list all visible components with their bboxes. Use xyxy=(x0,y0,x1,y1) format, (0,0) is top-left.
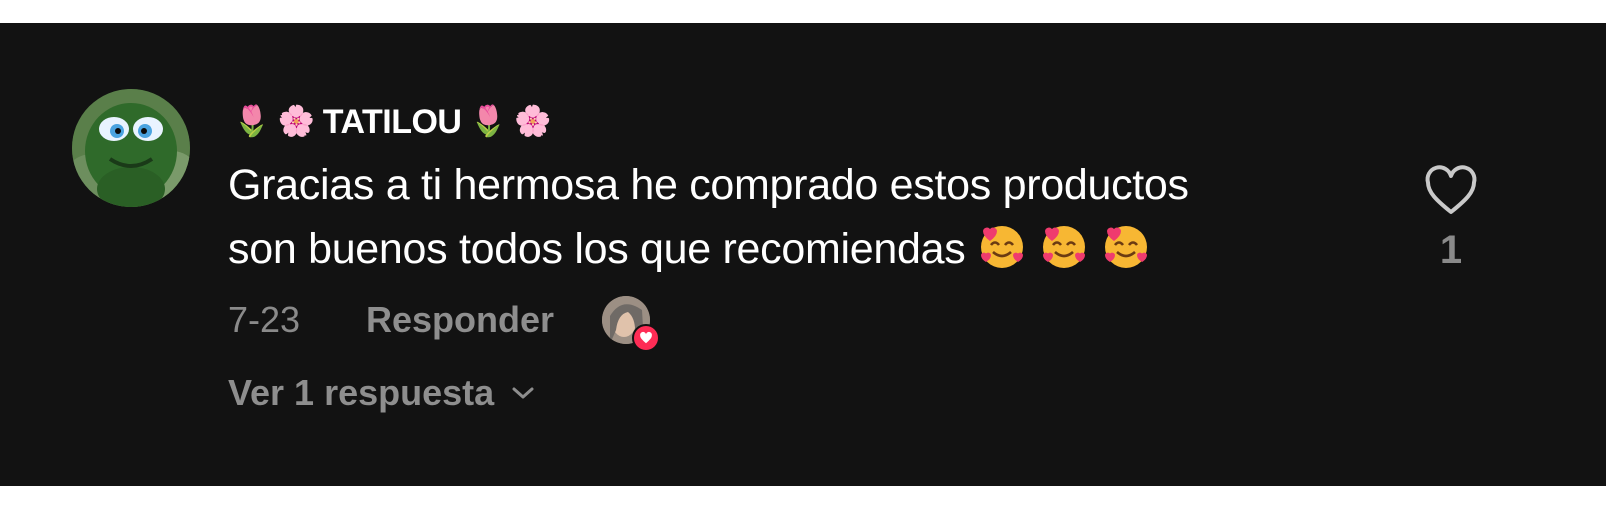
comment-line-2: son buenos todos los que recomiendas xyxy=(228,217,1358,281)
like-button[interactable] xyxy=(1421,161,1481,221)
tulip-emoji-icon: 🌷 xyxy=(469,104,507,139)
username-text: TATILOU xyxy=(322,102,462,141)
blossom-emoji-icon: 🌸 xyxy=(514,104,552,139)
comment-line-2-text: son buenos todos los que recomiendas xyxy=(228,225,966,273)
reply-button[interactable]: Responder xyxy=(366,299,554,341)
heart-badge-icon xyxy=(632,324,661,352)
tulip-emoji-icon: 🌷 xyxy=(233,104,270,139)
comment-date: 7-23 xyxy=(228,299,301,340)
comment-line-1: Gracias a ti hermosa he comprado estos p… xyxy=(228,161,1189,209)
view-replies-label: Ver 1 respuesta xyxy=(228,372,495,413)
smiling-face-with-hearts-icon xyxy=(981,226,1024,268)
comment-meta-row: 7-23 Responder xyxy=(228,295,661,352)
comment-text: Gracias a ti hermosa he comprado estos p… xyxy=(228,153,1358,281)
blossom-emoji-icon: 🌸 xyxy=(277,104,315,139)
comment-panel: 🌷 🌸 TATILOU 🌷 🌸 Gracias a ti hermosa he … xyxy=(0,23,1606,486)
creator-liked-avatar xyxy=(602,296,661,352)
heart-outline-icon xyxy=(1425,165,1477,214)
like-count: 1 xyxy=(1439,228,1463,272)
commenter-avatar[interactable] xyxy=(72,89,190,207)
chevron-down-icon xyxy=(512,387,534,399)
view-replies-button[interactable]: Ver 1 respuesta xyxy=(228,368,536,418)
smiling-face-with-hearts-icon xyxy=(1105,226,1148,268)
comment-username[interactable]: 🌷 🌸 TATILOU 🌷 🌸 xyxy=(233,99,552,145)
smiling-face-with-hearts-icon xyxy=(1043,226,1086,268)
